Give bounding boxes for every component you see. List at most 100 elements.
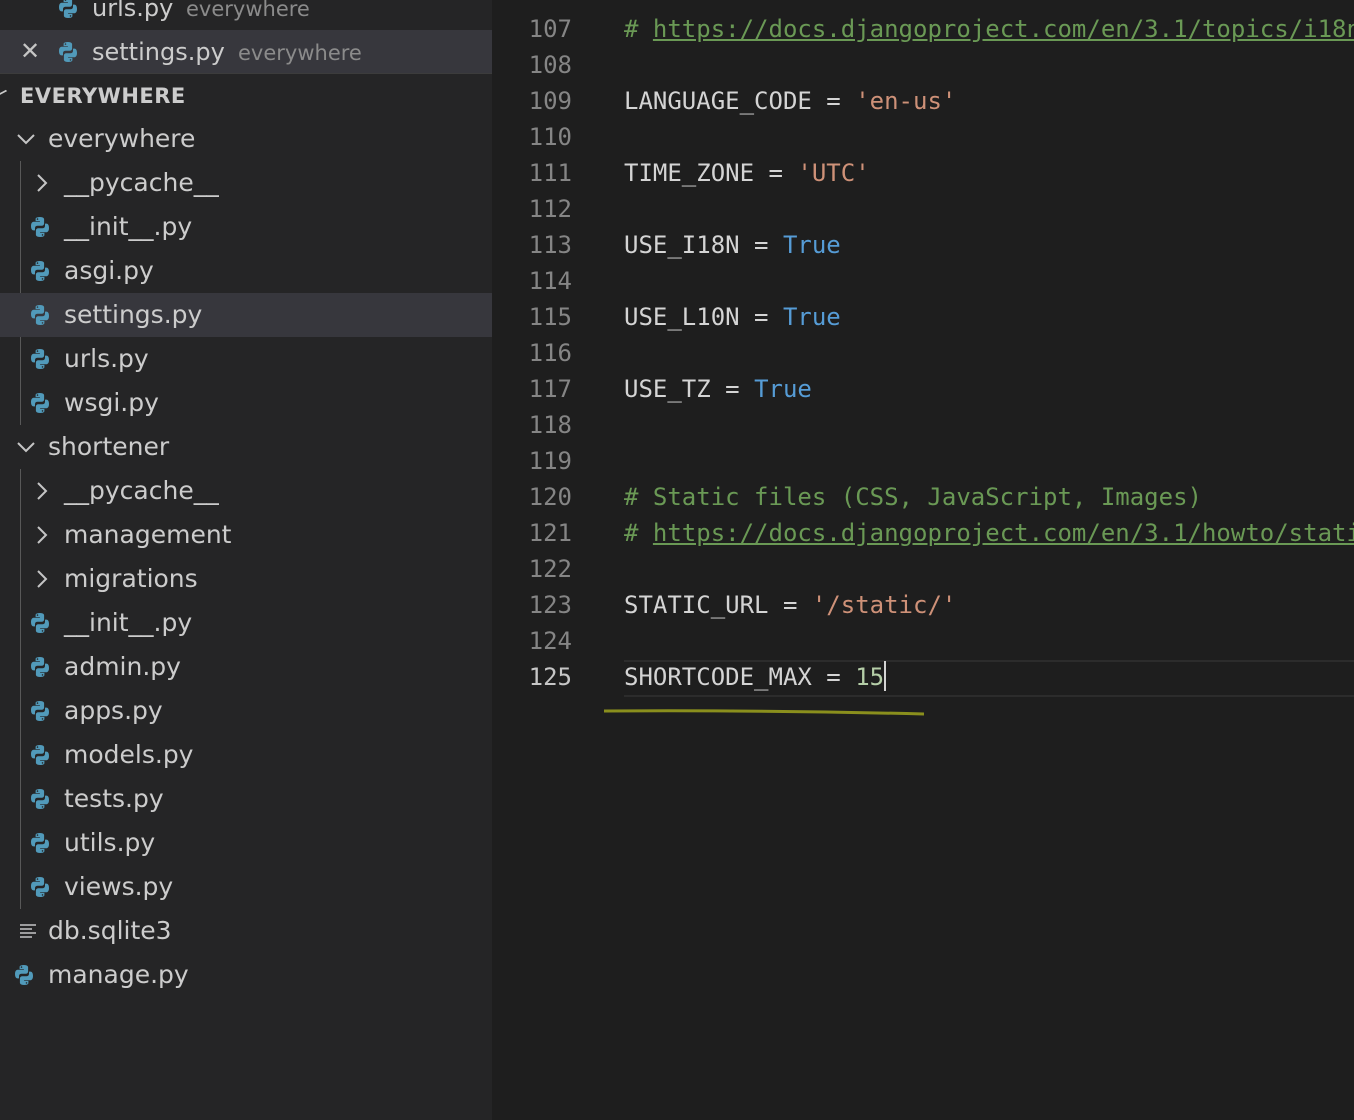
open-editor-description: everywhere — [238, 41, 362, 65]
folder-migrations[interactable]: migrations — [0, 557, 492, 601]
line-content: # Static files (CSS, JavaScript, Images) — [624, 479, 1202, 515]
file-item[interactable]: views.py — [0, 865, 492, 909]
code-line[interactable]: 119 — [492, 443, 1354, 479]
line-content: LANGUAGE_CODE = 'en-us' — [624, 83, 956, 119]
code-line[interactable]: 110 — [492, 119, 1354, 155]
code-line[interactable]: 114 — [492, 263, 1354, 299]
code-line[interactable]: 109 LANGUAGE_CODE = 'en-us' — [492, 83, 1354, 119]
file-item[interactable]: admin.py — [0, 645, 492, 689]
file-item[interactable]: urls.py — [0, 337, 492, 381]
python-file-icon — [31, 833, 49, 853]
line-content: TIME_ZONE = 'UTC' — [624, 155, 870, 191]
file-label: db.sqlite3 — [48, 916, 172, 945]
string-token: 'en-us' — [855, 87, 957, 115]
file-label: wsgi.py — [64, 388, 159, 417]
chevron-right-icon — [37, 174, 48, 192]
bool-token: True — [782, 303, 841, 331]
folder-everywhere[interactable]: everywhere — [0, 117, 492, 161]
file-label: views.py — [64, 872, 174, 901]
code-line[interactable]: 111 TIME_ZONE = 'UTC' — [492, 155, 1354, 191]
line-number: 118 — [528, 411, 572, 439]
code-line[interactable]: 118 — [492, 407, 1354, 443]
folder-pycache[interactable]: __pycache__ — [0, 469, 492, 513]
code-line[interactable]: 113 USE_I18N = True — [492, 227, 1354, 263]
line-number: 123 — [528, 591, 572, 619]
python-file-icon — [31, 393, 49, 413]
file-item[interactable]: wsgi.py — [0, 381, 492, 425]
file-label: settings.py — [64, 300, 203, 329]
variable-token: USE_TZ — [624, 375, 711, 403]
line-content: STATIC_URL = '/static/' — [624, 587, 956, 623]
file-label: manage.py — [48, 960, 189, 989]
file-label: models.py — [64, 740, 194, 769]
bool-token: True — [754, 375, 812, 403]
python-file-icon — [59, 42, 77, 62]
file-label: apps.py — [64, 696, 163, 725]
file-item-selected[interactable]: settings.py — [0, 293, 492, 337]
file-item[interactable]: models.py — [0, 733, 492, 777]
comment-token: # — [624, 15, 653, 43]
line-content: USE_L10N = True — [624, 299, 841, 335]
chevron-right-icon — [37, 570, 48, 588]
code-editor[interactable]: 107 # https://docs.djangoproject.com/en/… — [492, 0, 1354, 1120]
file-item[interactable]: __init__.py — [0, 601, 492, 645]
code-line[interactable]: 108 — [492, 47, 1354, 83]
line-number: 113 — [528, 231, 572, 259]
folder-label: migrations — [64, 564, 198, 593]
open-editor-name: settings.py — [92, 38, 225, 66]
lint-warning-underline — [604, 709, 924, 716]
folder-label: __pycache__ — [64, 476, 219, 505]
line-number: 114 — [528, 267, 572, 295]
code-line-active[interactable]: 125 SHORTCODE_MAX = 15 — [492, 659, 1354, 695]
file-item[interactable]: db.sqlite3 — [0, 909, 492, 953]
chevron-down-icon — [17, 442, 35, 453]
python-file-icon — [31, 613, 49, 633]
file-item[interactable]: apps.py — [0, 689, 492, 733]
code-line[interactable]: 115 USE_L10N = True — [492, 299, 1354, 335]
python-file-icon — [31, 745, 49, 765]
line-number: 120 — [528, 483, 572, 511]
code-line[interactable]: 112 — [492, 191, 1354, 227]
operator-token: = — [811, 663, 856, 691]
operator-token: = — [768, 591, 812, 619]
text-file-icon — [20, 924, 36, 938]
close-icon[interactable]: ✕ — [20, 39, 40, 63]
file-item[interactable]: manage.py — [0, 953, 492, 997]
open-editor-settings[interactable]: ✕ settings.py everywhere — [0, 30, 492, 74]
string-token: '/static/' — [811, 591, 957, 619]
file-item[interactable]: __init__.py — [0, 205, 492, 249]
code-line[interactable]: 120 # Static files (CSS, JavaScript, Ima… — [492, 479, 1354, 515]
folder-pycache[interactable]: __pycache__ — [0, 161, 492, 205]
link-token[interactable]: https://docs.djangoproject.com/en/3.1/ho… — [653, 519, 1354, 547]
code-line[interactable]: 117 USE_TZ = True — [492, 371, 1354, 407]
code-line[interactable]: 116 — [492, 335, 1354, 371]
explorer-section-header[interactable]: / EVERYWHERE — [0, 80, 492, 114]
file-item[interactable]: utils.py — [0, 821, 492, 865]
python-file-icon — [31, 349, 49, 369]
line-number: 124 — [528, 627, 572, 655]
code-line[interactable]: 123 STATIC_URL = '/static/' — [492, 587, 1354, 623]
code-line[interactable]: 124 — [492, 623, 1354, 659]
code-line[interactable]: 121 # https://docs.djangoproject.com/en/… — [492, 515, 1354, 551]
line-content: # https://docs.djangoproject.com/en/3.1/… — [624, 515, 1354, 551]
file-label: tests.py — [64, 784, 164, 813]
python-file-icon — [15, 965, 33, 985]
file-label: __init__.py — [64, 212, 193, 241]
folder-shortener[interactable]: shortener — [0, 425, 492, 469]
open-editor-urls[interactable]: urls.py everywhere — [0, 0, 492, 30]
folder-management[interactable]: management — [0, 513, 492, 557]
line-content: USE_I18N = True — [624, 227, 841, 263]
link-token[interactable]: https://docs.djangoproject.com/en/3.1/to… — [653, 15, 1354, 43]
file-item[interactable]: tests.py — [0, 777, 492, 821]
variable-token: USE_I18N — [624, 231, 740, 259]
file-label: utils.py — [64, 828, 156, 857]
file-item[interactable]: asgi.py — [0, 249, 492, 293]
code-line[interactable]: 122 — [492, 551, 1354, 587]
line-number: 121 — [528, 519, 572, 547]
folder-label: __pycache__ — [64, 168, 219, 197]
code-line[interactable]: 107 # https://docs.djangoproject.com/en/… — [492, 11, 1354, 47]
line-number: 122 — [528, 555, 572, 583]
line-number: 117 — [528, 375, 572, 403]
chevron-right-icon — [37, 482, 48, 500]
python-file-icon — [31, 877, 49, 897]
